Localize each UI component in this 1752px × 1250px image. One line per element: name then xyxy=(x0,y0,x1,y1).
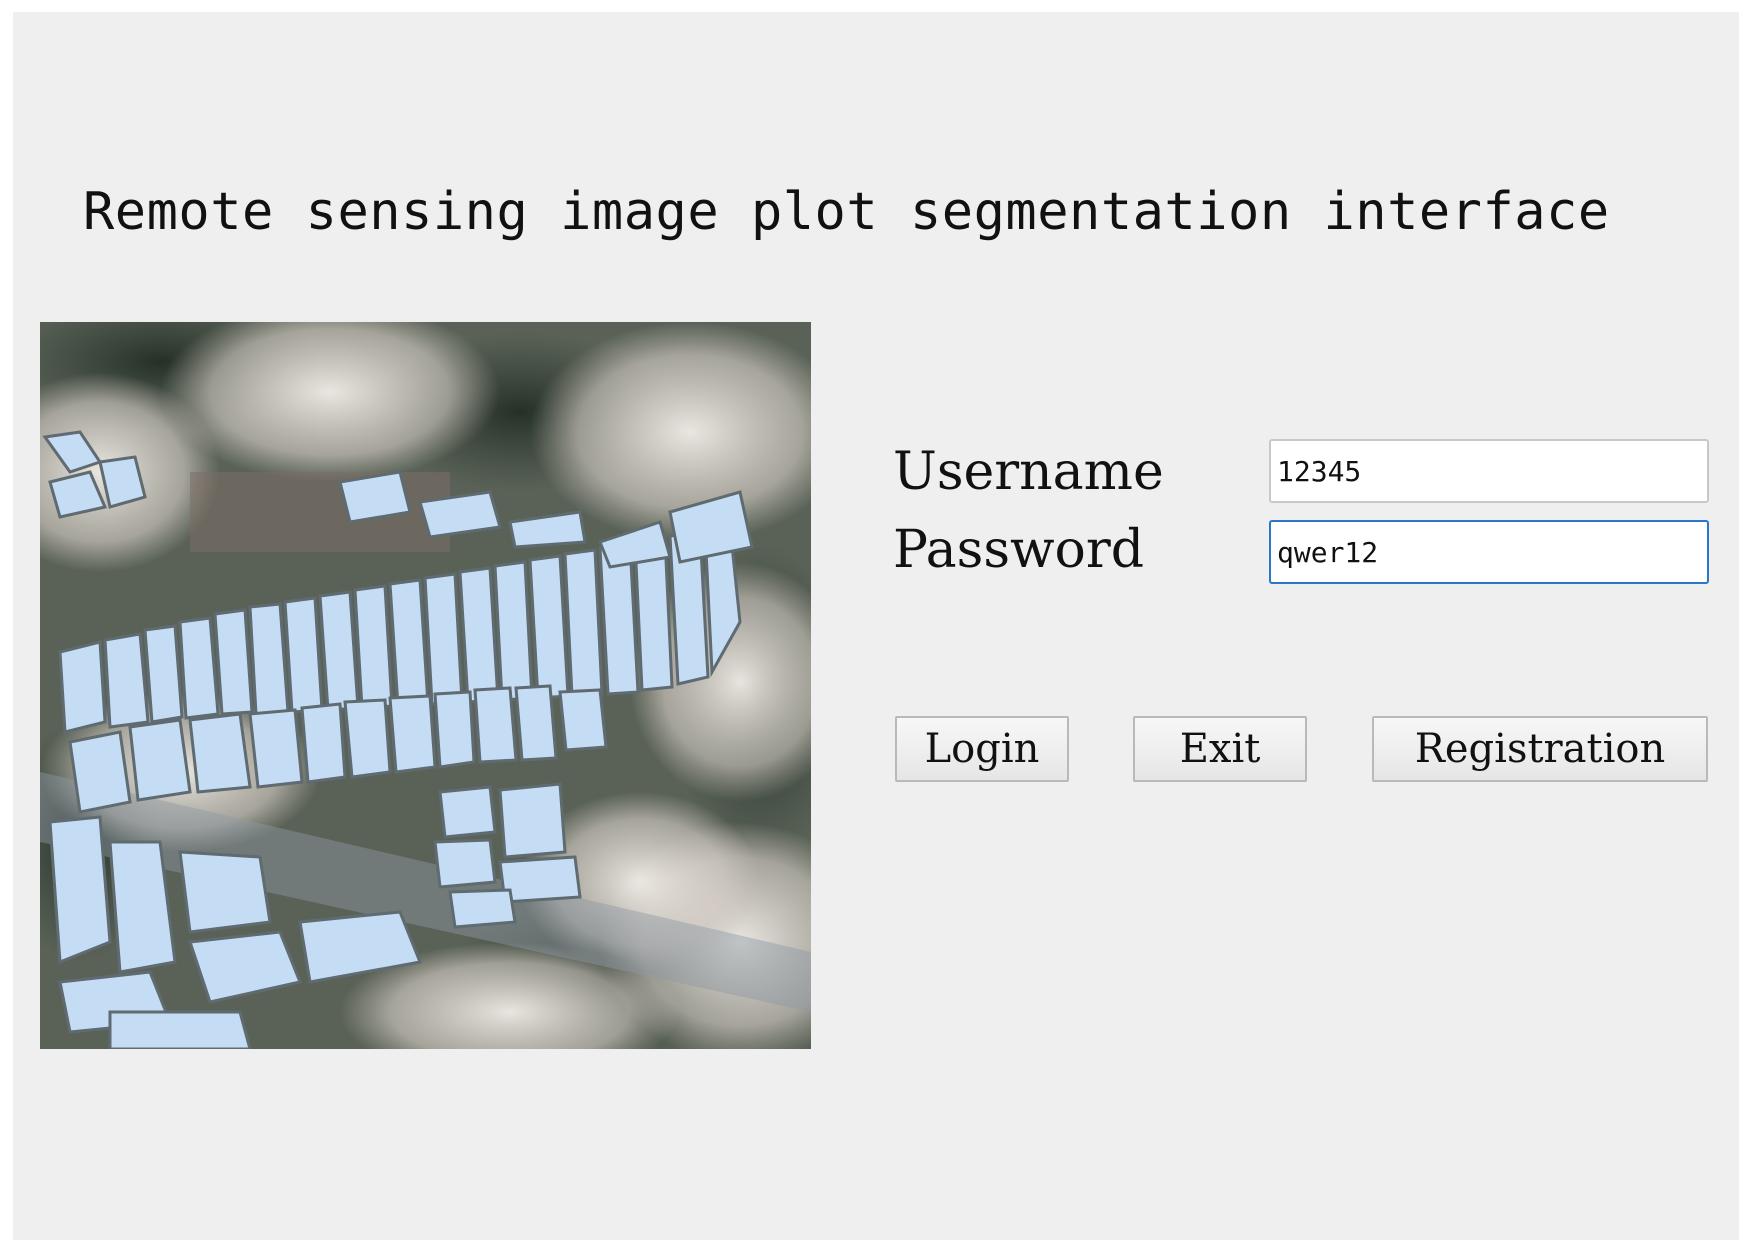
login-window: Remote sensing image plot segmentation i… xyxy=(13,12,1739,1240)
exit-button[interactable]: Exit xyxy=(1133,716,1307,782)
password-field[interactable] xyxy=(1269,520,1709,584)
username-label: Username xyxy=(893,442,1164,502)
registration-button[interactable]: Registration xyxy=(1372,716,1708,782)
page-title: Remote sensing image plot segmentation i… xyxy=(83,182,1610,242)
username-field[interactable] xyxy=(1269,439,1709,503)
segmented-satellite-image xyxy=(40,322,811,1049)
password-label: Password xyxy=(893,520,1144,580)
login-button[interactable]: Login xyxy=(895,716,1069,782)
